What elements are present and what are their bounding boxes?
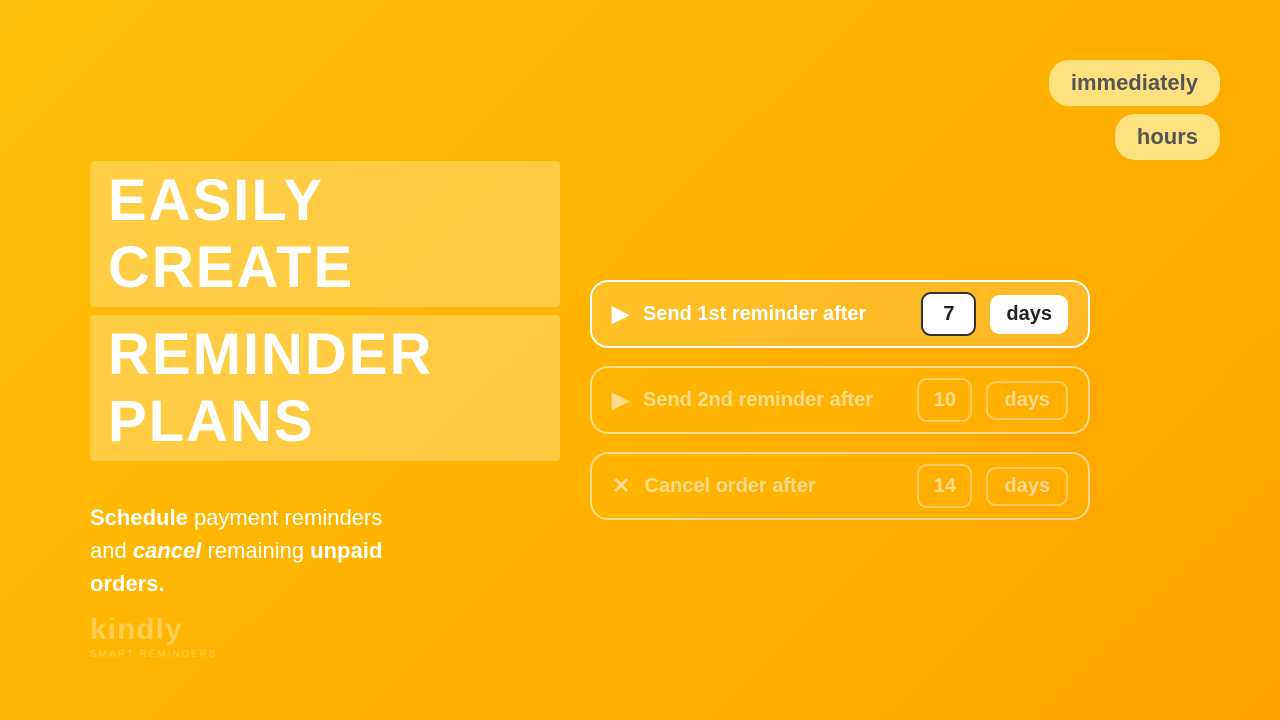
reminder-1-label: Send 1st reminder after [643,303,907,326]
cancel-order-icon: ✕ [612,473,630,499]
reminder-2-row: ▶ Send 2nd reminder after days [590,366,1090,434]
left-section: EASILY CREATE REMINDER PLANS Schedule pa… [0,121,560,600]
desc-cancel: cancel [133,538,202,563]
logo-tagline: smart reminders [90,649,217,660]
reminder-2-unit[interactable]: days [986,381,1068,420]
logo: kindly smart reminders [90,613,217,660]
title-line2-text: REMINDER PLANS [108,322,433,454]
desc-part4: remaining [207,538,310,563]
dropdown-chips: immediately hours [1049,60,1220,160]
title-line1-text: EASILY CREATE [108,168,354,300]
title-line1: EASILY CREATE [90,161,560,307]
title-line2: REMINDER PLANS [90,315,560,461]
reminder-2-icon: ▶ [612,387,629,413]
reminders-container: ▶ Send 1st reminder after days ▶ Send 2n… [590,280,1090,520]
cancel-order-label: Cancel order after [644,475,903,498]
title-block: EASILY CREATE REMINDER PLANS [90,161,560,461]
logo-name: kindly [90,613,183,646]
description: Schedule payment remindersand cancel rem… [90,501,510,600]
hours-chip[interactable]: hours [1115,114,1220,160]
right-section: immediately hours ▶ Send 1st reminder af… [560,200,1280,520]
main-container: EASILY CREATE REMINDER PLANS Schedule pa… [0,0,1280,720]
reminder-1-input[interactable] [921,292,976,336]
reminder-1-icon: ▶ [612,301,629,327]
cancel-order-row: ✕ Cancel order after days [590,452,1090,520]
cancel-order-unit[interactable]: days [986,467,1068,506]
reminder-1-unit[interactable]: days [990,295,1068,334]
desc-schedule: Schedule [90,505,188,530]
reminder-1-row: ▶ Send 1st reminder after days [590,280,1090,348]
reminder-2-input[interactable] [917,378,972,422]
immediately-chip[interactable]: immediately [1049,60,1220,106]
cancel-order-input[interactable] [917,464,972,508]
reminder-2-label: Send 2nd reminder after [643,389,903,412]
